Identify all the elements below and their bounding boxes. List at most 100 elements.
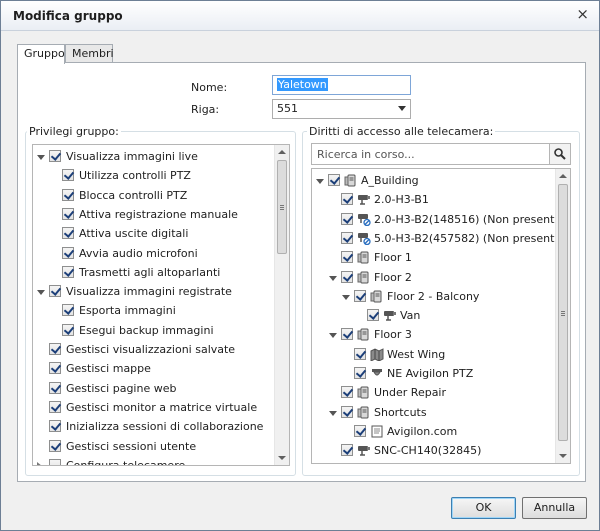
checkbox[interactable] (49, 362, 61, 375)
expand-arrow-icon[interactable] (329, 275, 337, 281)
checkbox[interactable] (341, 270, 353, 283)
close-icon[interactable]: × (576, 7, 589, 22)
privilege-item[interactable]: Visualizza immagini registrate (33, 282, 289, 301)
item-label: West Wing (387, 347, 446, 361)
privilege-item[interactable]: Esegui backup immagini (33, 321, 289, 340)
expand-arrow-icon[interactable] (37, 290, 45, 296)
checkbox[interactable] (62, 227, 74, 240)
title-bar[interactable]: Modifica gruppo × (1, 1, 599, 31)
checkbox[interactable] (62, 265, 74, 278)
camera-tree-item[interactable] (312, 461, 570, 465)
privileges-scrollbar[interactable] (274, 145, 289, 465)
checkbox[interactable] (341, 251, 353, 264)
camera-tree-item[interactable]: SNC-CH140(32845) (312, 441, 570, 460)
camera-scrollbar[interactable] (555, 169, 570, 463)
riga-select[interactable]: 551 (272, 99, 411, 119)
checkbox[interactable] (354, 367, 366, 379)
privilege-item[interactable]: Blocca controlli PTZ (33, 186, 289, 205)
name-input[interactable]: Yaletown (272, 75, 411, 95)
camera-tree-item[interactable]: Floor 3 (312, 325, 570, 344)
privileges-list[interactable]: Configura telecamere Gestisci sessioni ut… (32, 144, 290, 466)
checkbox[interactable] (341, 328, 353, 341)
checkbox[interactable] (62, 169, 74, 182)
checkbox[interactable] (328, 174, 340, 186)
expand-arrow-icon[interactable] (329, 410, 337, 416)
camera-tree-item[interactable]: Floor 2 - Balcony (312, 287, 570, 306)
privilege-item[interactable]: Inizializza sessioni di collaborazione (33, 417, 289, 436)
privilege-item[interactable]: Trasmetti agli altoparlanti (33, 263, 289, 282)
item-label: Gestisci visualizzazioni salvate (66, 343, 236, 356)
camera-access-label: Diritti di accesso alle telecamera: (307, 125, 496, 138)
search-button[interactable] (549, 143, 571, 165)
checkbox[interactable] (354, 424, 366, 437)
tab-membri[interactable]: Membri (65, 44, 114, 63)
scrollbar-thumb[interactable] (558, 184, 568, 441)
camera-tree-item[interactable]: Floor 1 (312, 248, 570, 267)
checkbox[interactable] (341, 405, 353, 418)
checkbox[interactable] (62, 188, 74, 201)
privilege-item[interactable]: Avvia audio microfoni (33, 244, 289, 263)
item-label: Inizializza sessioni di collaborazione (66, 420, 264, 434)
collapsed-arrow-icon[interactable] (37, 461, 42, 465)
checkbox[interactable] (62, 323, 74, 336)
checkbox[interactable] (341, 464, 353, 465)
camera-tree[interactable]: SNC-CH140(32845) Avigilon.com Shortcuts Und… (311, 168, 571, 464)
scroll-down-arrow-icon[interactable] (275, 451, 289, 465)
checkbox[interactable] (49, 439, 61, 452)
checkbox[interactable] (62, 246, 74, 259)
checkbox[interactable] (62, 207, 74, 220)
checkbox[interactable] (49, 420, 61, 433)
checkbox[interactable] (49, 150, 61, 162)
checkbox[interactable] (49, 400, 61, 413)
expand-arrow-icon[interactable] (342, 294, 350, 300)
expand-arrow-icon[interactable] (37, 155, 45, 160)
expand-arrow-icon[interactable] (316, 179, 324, 184)
checkbox[interactable] (354, 347, 366, 360)
expand-arrow-icon[interactable] (329, 333, 337, 339)
checkbox[interactable] (341, 386, 353, 399)
camera-tree-item[interactable]: 2.0-H3-B1 (312, 190, 570, 209)
camera-tree-item[interactable]: West Wing (312, 345, 570, 364)
checkbox[interactable] (49, 343, 61, 355)
camera-tree-item[interactable]: Van (312, 306, 570, 325)
name-input-value: Yaletown (277, 78, 328, 91)
camera-tree-item[interactable]: Avigilon.com (312, 422, 570, 441)
camera-tree-item[interactable]: A_Building (312, 171, 570, 190)
ok-button[interactable]: OK (451, 497, 516, 519)
privilege-item[interactable]: Attiva registrazione manuale (33, 205, 289, 224)
privilege-item[interactable]: Visualizza immagini live (33, 147, 289, 166)
checkbox[interactable] (341, 231, 353, 244)
camera-tree-item[interactable]: Shortcuts (312, 403, 570, 422)
camera-tree-item[interactable]: Floor 2 (312, 268, 570, 287)
camera-tree-item[interactable]: 5.0-H3-B2(457582) (Non presente) (312, 229, 570, 248)
camera-tree-item[interactable]: NE Avigilon PTZ (312, 364, 570, 383)
checkbox[interactable] (341, 444, 353, 457)
checkbox[interactable] (341, 212, 353, 225)
privilege-item[interactable]: Attiva uscite digitali (33, 224, 289, 243)
checkbox[interactable] (49, 381, 61, 394)
cancel-button[interactable]: Annulla (522, 497, 587, 519)
camera-search-input[interactable]: Ricerca in corso... (311, 143, 550, 165)
checkbox[interactable] (367, 309, 379, 322)
checkbox[interactable] (341, 193, 353, 206)
item-label: Visualizza immagini live (66, 150, 198, 163)
scroll-down-arrow-icon[interactable] (556, 449, 570, 463)
privilege-item[interactable]: Gestisci sessioni utente (33, 437, 289, 456)
privilege-item[interactable]: Utilizza controlli PTZ (33, 166, 289, 185)
privilege-item[interactable]: Gestisci mappe (33, 359, 289, 378)
tab-gruppo[interactable]: Gruppo (17, 44, 65, 64)
scroll-up-arrow-icon[interactable] (556, 169, 570, 183)
privilege-item[interactable]: Gestisci visualizzazioni salvate (33, 340, 289, 359)
scroll-up-arrow-icon[interactable] (275, 145, 289, 159)
privilege-item[interactable]: Gestisci pagine web (33, 379, 289, 398)
checkbox[interactable] (354, 289, 366, 302)
checkbox[interactable] (49, 458, 61, 465)
privilege-item[interactable]: Configura telecamere (33, 456, 289, 465)
camera-tree-item[interactable]: 2.0-H3-B2(148516) (Non presente) (312, 210, 570, 229)
checkbox[interactable] (49, 285, 61, 298)
privilege-item[interactable]: Esporta immagini (33, 301, 289, 320)
privilege-item[interactable]: Gestisci monitor a matrice virtuale (33, 398, 289, 417)
camera-tree-item[interactable]: Under Repair (312, 383, 570, 402)
checkbox[interactable] (62, 304, 74, 317)
scrollbar-thumb[interactable] (277, 160, 287, 254)
